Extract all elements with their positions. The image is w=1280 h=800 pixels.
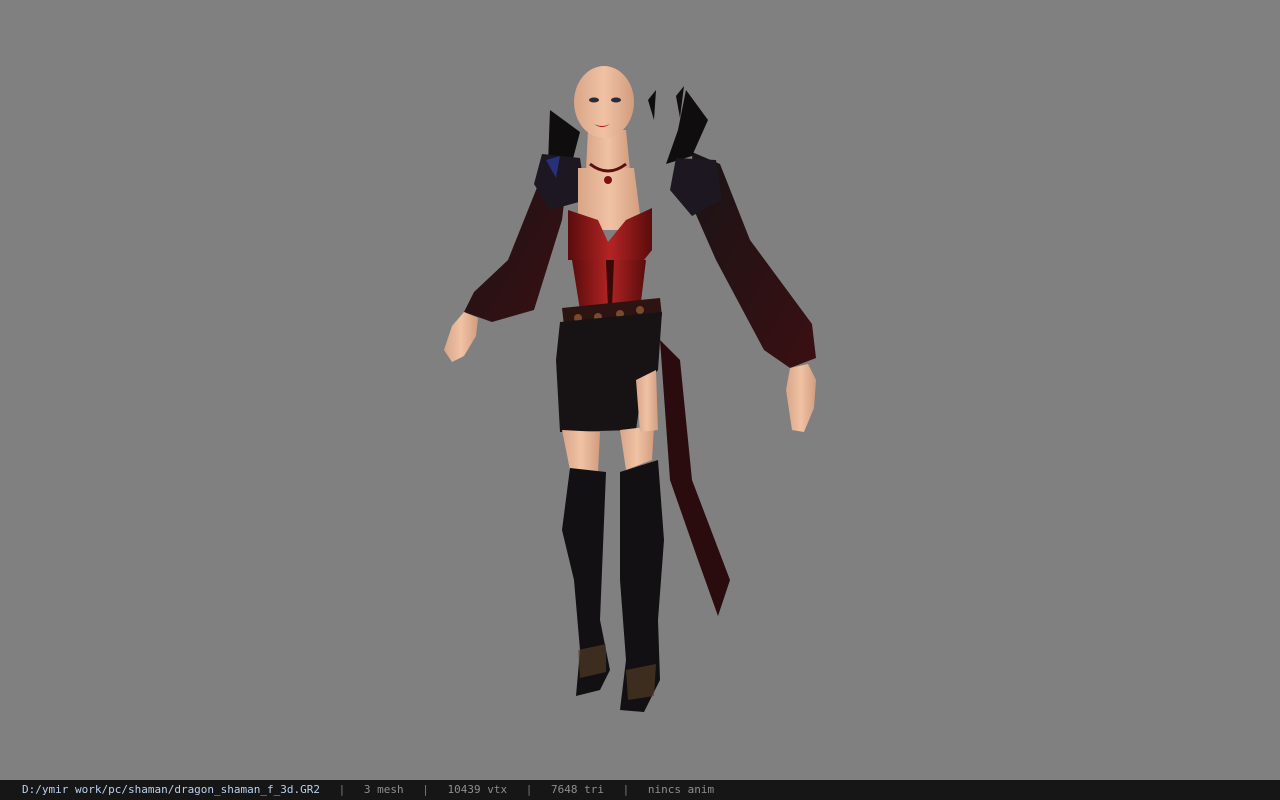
vertex-count: 10439 vtx: [447, 783, 508, 796]
3d-viewport[interactable]: [0, 0, 1280, 780]
separator: |: [622, 783, 630, 796]
file-path: D:/ymir work/pc/shaman/dragon_shaman_f_3…: [22, 783, 321, 796]
triangle-count: 7648 tri: [551, 783, 604, 796]
animation-status: nincs anim: [647, 783, 715, 796]
separator: |: [422, 783, 429, 796]
separator: |: [338, 783, 346, 796]
character-model: [444, 66, 816, 712]
mesh-count: 3 mesh: [363, 783, 404, 796]
separator: |: [525, 783, 533, 796]
status-bar: D:/ymir work/pc/shaman/dragon_shaman_f_3…: [0, 780, 1280, 800]
